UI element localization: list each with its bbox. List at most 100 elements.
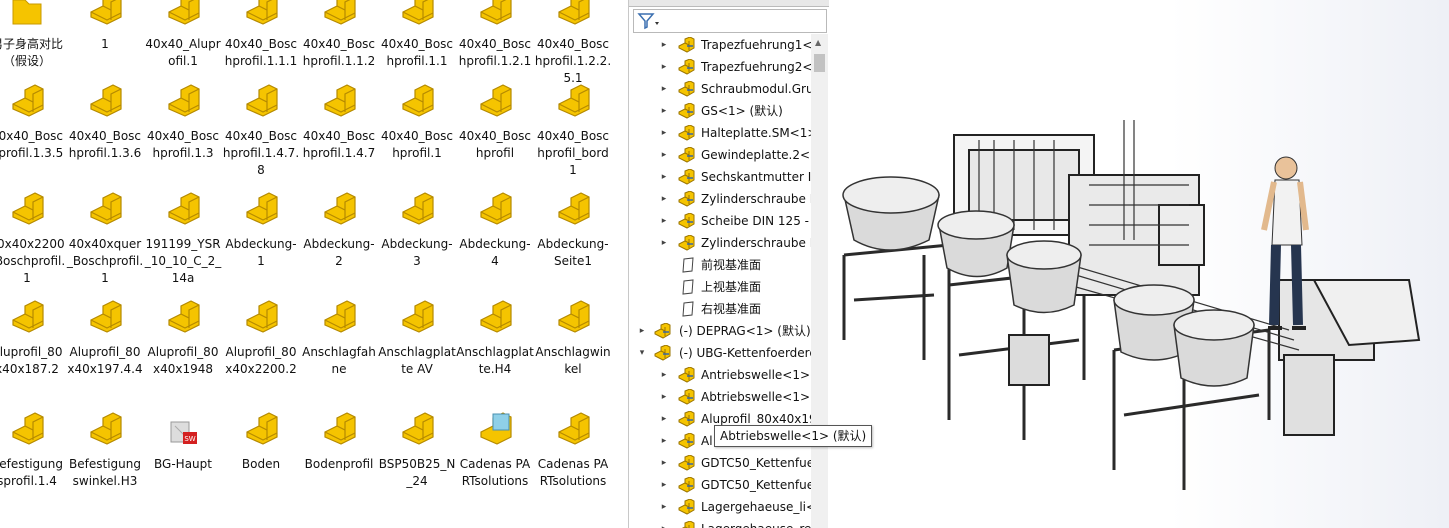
file-item[interactable]: Abdeckung-2 <box>300 190 378 270</box>
solidworks-assembly-icon <box>558 192 590 225</box>
graphics-viewport[interactable] <box>829 0 1449 528</box>
expand-toggle-icon[interactable]: ▸ <box>659 474 669 496</box>
expand-toggle-icon[interactable]: ▸ <box>659 232 669 254</box>
tree-node[interactable]: ▸ Trapezfuehrung2<1 <box>629 56 829 78</box>
expand-toggle-icon[interactable]: ▸ <box>637 320 647 342</box>
tree-scrollbar[interactable]: ▲ <box>811 34 828 528</box>
tree-node[interactable]: ▸ Schraubmodul.Grur <box>629 78 829 100</box>
file-item-label: Cadenas PARTsolutions <box>537 457 609 488</box>
tree-node[interactable]: ▸ Halteplatte.SM<1> <box>629 122 829 144</box>
file-item[interactable]: 40x40_Aluprofil.1 <box>144 0 222 70</box>
file-item-label: 40x40_Boschprofil.1.4.7.8 <box>222 129 300 177</box>
file-item[interactable]: BSP50B25_N_24 <box>378 410 456 490</box>
expand-toggle-icon[interactable]: ▸ <box>659 34 669 56</box>
expand-toggle-icon[interactable]: ▸ <box>659 518 669 528</box>
expand-toggle-icon[interactable]: ▾ <box>637 342 647 364</box>
tree-node[interactable]: ▸ Zylinderschraube IS <box>629 232 829 254</box>
expand-toggle-icon[interactable]: ▸ <box>659 210 669 232</box>
file-item[interactable]: Anschlagwinkel <box>534 298 612 378</box>
file-item[interactable]: Abdeckung-1 <box>222 190 300 270</box>
expand-toggle-icon[interactable]: ▸ <box>659 364 669 386</box>
file-item[interactable]: Anschlagfahne <box>300 298 378 378</box>
file-item[interactable]: 40x40_Boschprofil.1.1.2 <box>300 0 378 70</box>
file-item[interactable]: 40x40_Boschprofil.1.2.1 <box>456 0 534 70</box>
tree-node[interactable]: ▸ Antriebswelle<1> ( <box>629 364 829 386</box>
file-item[interactable]: 40x40xquer_Boschprofil.1 <box>66 190 144 287</box>
expand-toggle-icon[interactable]: ▸ <box>659 408 669 430</box>
file-item[interactable]: 40x40_Boschprofil.1.4.7.8 <box>222 82 300 179</box>
file-item[interactable]: 40x40_Boschprofil.1.3.6 <box>66 82 144 162</box>
funnel-filter-icon[interactable] <box>636 11 662 31</box>
scroll-up-arrow-icon[interactable]: ▲ <box>815 38 821 47</box>
expand-toggle-icon[interactable]: ▸ <box>659 452 669 474</box>
tree-node[interactable]: ▸ GDTC50_Kettenfueh <box>629 474 829 496</box>
file-item[interactable]: 40x40_Boschprofil.1 <box>378 82 456 162</box>
file-item[interactable]: Aluprofil_80x40x197.4.4 <box>66 298 144 378</box>
file-item[interactable]: 40x40_Boschprofil.1.4.7 <box>300 82 378 162</box>
file-item[interactable]: 40x40_Boschprofil <box>456 82 534 162</box>
tree-node-label: (-) DEPRAG<1> (默认) <box>679 324 811 338</box>
tree-node[interactable]: ▸ Scheibe DIN 125 - <box>629 210 829 232</box>
file-item[interactable]: 40x40_Boschprofil.1.3.5 <box>0 82 66 162</box>
tree-node[interactable]: ▸ Trapezfuehrung1<1 <box>629 34 829 56</box>
file-item[interactable]: Cadenas PARTsolutions <box>456 410 534 490</box>
file-item-label: Befestigungsprofil.1.4 <box>0 457 63 488</box>
expand-toggle-icon[interactable]: ▸ <box>659 144 669 166</box>
tree-node[interactable]: ▸ Sechskantmutter IS <box>629 166 829 188</box>
tree-node[interactable]: 前视基准面 <box>629 254 829 276</box>
file-item[interactable]: 40x40_Boschprofil.1.1.1 <box>222 0 300 70</box>
expand-toggle-icon[interactable]: ▸ <box>659 386 669 408</box>
scroll-thumb[interactable] <box>814 54 825 72</box>
tree-node[interactable]: ▾ (-) UBG-Kettenfoerdere <box>629 342 829 364</box>
tree-node[interactable]: ▸ (-) DEPRAG<1> (默认) <box>629 320 829 342</box>
tree-node[interactable]: ▸ Lagergehaeuse_li< <box>629 496 829 518</box>
file-item[interactable]: Befestigungsprofil.1.4 <box>0 410 66 490</box>
file-item[interactable]: Abdeckung-Seite1 <box>534 190 612 270</box>
tree-node[interactable]: ▸ Zylinderschraube IS <box>629 188 829 210</box>
file-item[interactable]: 191199_YSR_10_10_C_2_14a <box>144 190 222 287</box>
file-item[interactable]: 40x40x2200_Boschprofil.1 <box>0 190 66 287</box>
tree-node[interactable]: ▸ GDTC50_Kettenfueh <box>629 452 829 474</box>
solidworks-assembly-icon <box>90 192 122 225</box>
file-item[interactable]: Boden <box>222 410 300 473</box>
file-item[interactable]: Aluprofil_80x40x1948 <box>144 298 222 378</box>
expand-toggle-icon[interactable]: ▸ <box>659 122 669 144</box>
tree-node-label: (-) UBG-Kettenfoerdere <box>679 346 817 360</box>
file-item[interactable]: Cadenas PARTsolutions <box>534 410 612 490</box>
expand-toggle-icon[interactable]: ▸ <box>659 496 669 518</box>
solidworks-assembly-icon <box>12 300 44 333</box>
file-item[interactable]: Anschlagplatte AV <box>378 298 456 378</box>
file-item[interactable]: Aluprofil_80x40x187.2 <box>0 298 66 378</box>
expand-toggle-icon[interactable]: ▸ <box>659 166 669 188</box>
expand-toggle-icon[interactable]: ▸ <box>659 56 669 78</box>
3d-assembly-model-icon[interactable] <box>829 0 1449 528</box>
tree-node[interactable]: ▸ Gewindeplatte.2<1 <box>629 144 829 166</box>
tree-filter-input[interactable] <box>633 9 827 33</box>
file-item[interactable]: 40x40_Boschprofil.1.3 <box>144 82 222 162</box>
file-item[interactable]: Befestigungswinkel.H3 <box>66 410 144 490</box>
file-item[interactable]: Abdeckung-4 <box>456 190 534 270</box>
file-item[interactable]: Abdeckung-3 <box>378 190 456 270</box>
file-item[interactable]: 40x40_Boschprofil.1.2.2.5.1 <box>534 0 612 87</box>
tree-node-label: Lagergehaeuse_re <box>701 518 811 528</box>
tree-node-label: Schraubmodul.Grur <box>701 82 819 96</box>
file-item[interactable]: 1 <box>66 0 144 53</box>
file-item[interactable]: 男子身高对比（假设） <box>0 0 66 70</box>
file-item[interactable]: 40x40_Boschprofil_bord1 <box>534 82 612 179</box>
expand-toggle-icon[interactable]: ▸ <box>659 78 669 100</box>
file-item[interactable]: SW BG-Haupt <box>144 410 222 473</box>
expand-toggle-icon[interactable]: ▸ <box>659 430 669 452</box>
file-item-label: 40x40_Boschprofil.1.1 <box>380 37 454 68</box>
file-item[interactable]: Bodenprofil <box>300 410 378 473</box>
expand-toggle-icon[interactable]: ▸ <box>659 188 669 210</box>
tree-node[interactable]: ▸ Abtriebswelle<1> ( <box>629 386 829 408</box>
tree-node[interactable]: ▸ GS<1> (默认) <box>629 100 829 122</box>
tree-node[interactable]: ▸ Lagergehaeuse_re <box>629 518 829 528</box>
expand-toggle-icon[interactable]: ▸ <box>659 100 669 122</box>
file-item[interactable]: Anschlagplatte.H4 <box>456 298 534 378</box>
file-item-label: Boden <box>241 457 281 471</box>
tree-node[interactable]: 上视基准面 <box>629 276 829 298</box>
file-item[interactable]: Aluprofil_80x40x2200.2 <box>222 298 300 378</box>
tree-node[interactable]: 右视基准面 <box>629 298 829 320</box>
file-item[interactable]: 40x40_Boschprofil.1.1 <box>378 0 456 70</box>
